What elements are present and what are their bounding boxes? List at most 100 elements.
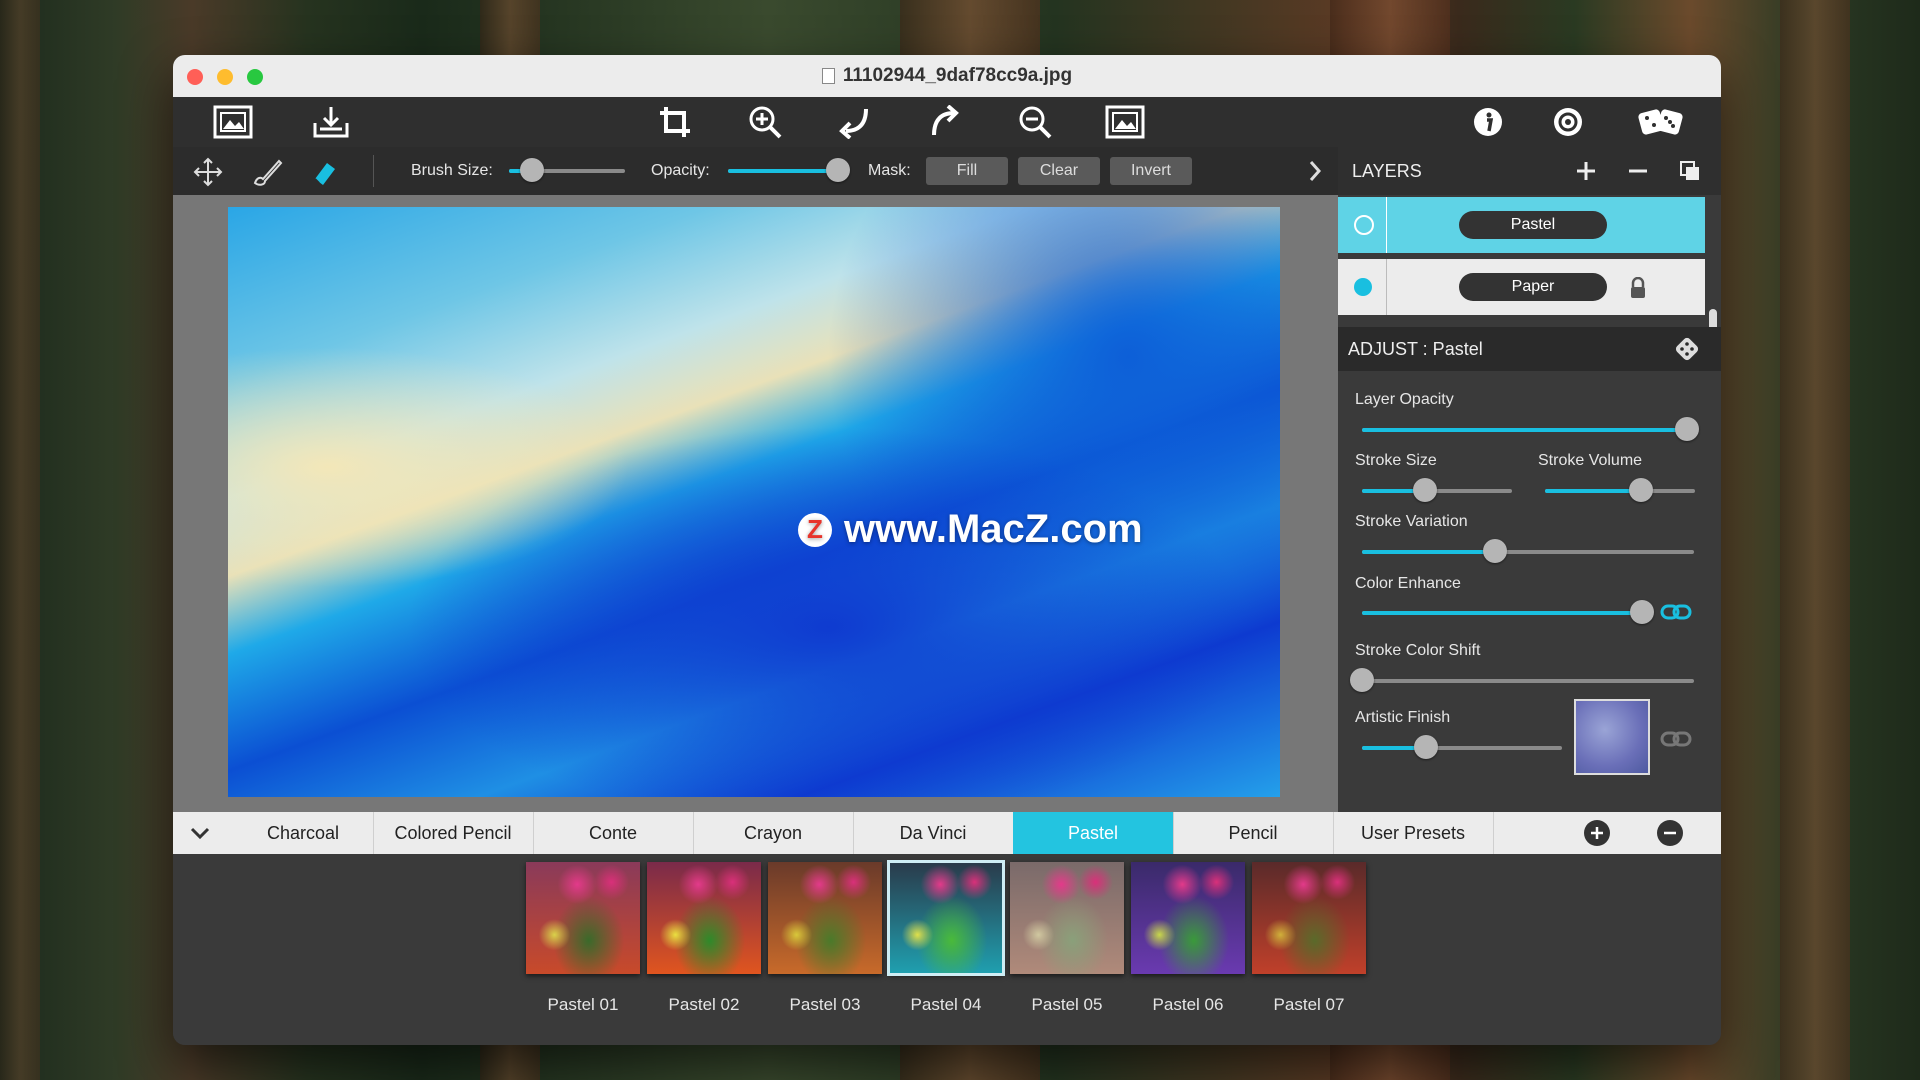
close-button[interactable]	[187, 69, 203, 85]
fit-image-button[interactable]	[1105, 103, 1145, 141]
preset-thumbnail[interactable]	[526, 862, 640, 974]
layer-opacity-knob[interactable]	[1675, 417, 1700, 441]
undo-icon	[839, 108, 868, 139]
save-image-button[interactable]	[311, 103, 351, 141]
layer-divider	[1386, 259, 1387, 315]
tab-charcoal[interactable]: Charcoal	[233, 812, 374, 854]
crop-button[interactable]	[655, 103, 695, 141]
randomize-button[interactable]	[1633, 103, 1689, 141]
brush-size-knob[interactable]	[520, 158, 545, 182]
tab-da-vinci[interactable]: Da Vinci	[853, 812, 1014, 854]
layer-row-pastel[interactable]: Pastel	[1338, 197, 1705, 253]
lock-icon[interactable]	[1629, 277, 1647, 299]
layer-opacity-slider[interactable]	[1362, 417, 1700, 441]
paper-texture-swatch[interactable]	[1574, 699, 1650, 775]
preset-label: Pastel 07	[1273, 995, 1345, 1014]
chevron-down-icon	[190, 827, 210, 840]
brush-size-slider[interactable]	[509, 158, 625, 182]
preset-label: Pastel 06	[1152, 995, 1224, 1014]
preset-thumbnail-selected[interactable]	[887, 860, 1005, 976]
stroke-size-slider[interactable]	[1362, 478, 1512, 502]
minus-circle-icon	[1664, 831, 1676, 835]
zoom-out-icon	[1019, 106, 1052, 139]
eraser-tool-button[interactable]	[309, 157, 339, 187]
brush-tool-button[interactable]	[251, 157, 283, 187]
watermark: Z www.MacZ.com	[798, 507, 1143, 552]
layer-visibility-toggle[interactable]	[1354, 278, 1372, 296]
layer-opacity-label: Layer Opacity	[1355, 391, 1454, 408]
tab-pencil[interactable]: Pencil	[1173, 812, 1334, 854]
stroke-variation-fill	[1362, 550, 1495, 554]
minimize-button[interactable]	[217, 69, 233, 85]
layer-row-paper[interactable]: Paper	[1338, 259, 1705, 315]
title-bar: 11102944_9daf78cc9a.jpg	[173, 55, 1721, 97]
zoom-in-icon	[749, 106, 782, 139]
brush-icon	[253, 159, 283, 186]
stroke-variation-knob[interactable]	[1482, 539, 1507, 563]
remove-preset-button[interactable]	[1657, 820, 1683, 846]
adjust-title: ADJUST : Pastel	[1348, 338, 1483, 359]
remove-layer-button[interactable]	[1626, 159, 1650, 183]
window-controls	[187, 69, 263, 85]
stroke-variation-label: Stroke Variation	[1355, 513, 1468, 530]
preset-label: Pastel 01	[547, 995, 619, 1014]
tab-user-presets[interactable]: User Presets	[1333, 812, 1494, 854]
duplicate-layer-button[interactable]	[1678, 159, 1702, 183]
layer-visibility-toggle[interactable]	[1354, 215, 1374, 235]
undo-button[interactable]	[835, 103, 875, 141]
watermark-text: www.MacZ.com	[844, 507, 1143, 551]
layer-name: Pastel	[1459, 211, 1607, 239]
stroke-variation-slider[interactable]	[1362, 539, 1694, 563]
add-preset-button[interactable]	[1584, 820, 1610, 846]
mask-fill-button[interactable]: Fill	[926, 157, 1008, 185]
preset-thumbnail[interactable]	[1010, 862, 1124, 974]
artistic-finish-knob[interactable]	[1414, 735, 1438, 759]
collapse-panel-button[interactable]	[1303, 159, 1327, 183]
zoom-button[interactable]	[247, 69, 263, 85]
stroke-size-knob[interactable]	[1413, 478, 1437, 502]
preset-thumbnail[interactable]	[647, 862, 761, 974]
link-inactive-icon[interactable]	[1660, 730, 1692, 748]
zoom-in-button[interactable]	[745, 103, 785, 141]
mask-invert-button[interactable]: Invert	[1110, 157, 1192, 185]
opacity-slider[interactable]	[728, 158, 850, 182]
layers-title: LAYERS	[1352, 160, 1422, 181]
image-canvas[interactable]: Z www.MacZ.com	[228, 207, 1280, 797]
stroke-volume-label: Stroke Volume	[1538, 452, 1643, 469]
eraser-icon	[314, 163, 335, 185]
preset-thumbnail[interactable]	[768, 862, 882, 974]
stroke-volume-fill	[1545, 489, 1641, 493]
randomize-adjust-icon[interactable]	[1675, 337, 1701, 361]
stroke-color-shift-label: Stroke Color Shift	[1355, 642, 1481, 659]
redo-button[interactable]	[925, 103, 965, 141]
tab-pastel[interactable]: Pastel	[1013, 812, 1174, 854]
open-image-button[interactable]	[213, 103, 253, 141]
link-active-icon[interactable]	[1660, 603, 1692, 621]
stroke-volume-slider[interactable]	[1545, 478, 1695, 502]
color-enhance-knob[interactable]	[1630, 600, 1655, 624]
stroke-color-shift-slider[interactable]	[1350, 668, 1694, 692]
mask-clear-button[interactable]: Clear	[1018, 157, 1100, 185]
tab-crayon[interactable]: Crayon	[693, 812, 854, 854]
settings-button[interactable]	[1548, 103, 1588, 141]
randomize-dice-icon	[1638, 109, 1683, 135]
zoom-out-button[interactable]	[1015, 103, 1055, 141]
tab-colored-pencil[interactable]: Colored Pencil	[373, 812, 534, 854]
background-trunk	[1780, 0, 1850, 1080]
move-tool-button[interactable]	[193, 157, 223, 187]
window-title: 11102944_9daf78cc9a.jpg	[821, 65, 1072, 87]
stroke-volume-knob[interactable]	[1629, 478, 1653, 502]
opacity-knob[interactable]	[826, 158, 850, 182]
plus-icon	[1577, 162, 1595, 180]
move-arrows-icon	[193, 157, 223, 187]
stroke-color-shift-knob[interactable]	[1350, 668, 1374, 692]
preset-thumbnail[interactable]	[1131, 862, 1245, 974]
mask-label: Mask:	[868, 162, 911, 179]
info-button[interactable]	[1468, 103, 1508, 141]
preset-thumbnail[interactable]	[1252, 862, 1366, 974]
add-layer-button[interactable]	[1574, 159, 1598, 183]
artistic-finish-slider[interactable]	[1362, 735, 1562, 759]
tab-conte[interactable]: Conte	[533, 812, 694, 854]
color-enhance-slider[interactable]	[1362, 600, 1655, 624]
collapse-presets-button[interactable]	[188, 821, 212, 845]
